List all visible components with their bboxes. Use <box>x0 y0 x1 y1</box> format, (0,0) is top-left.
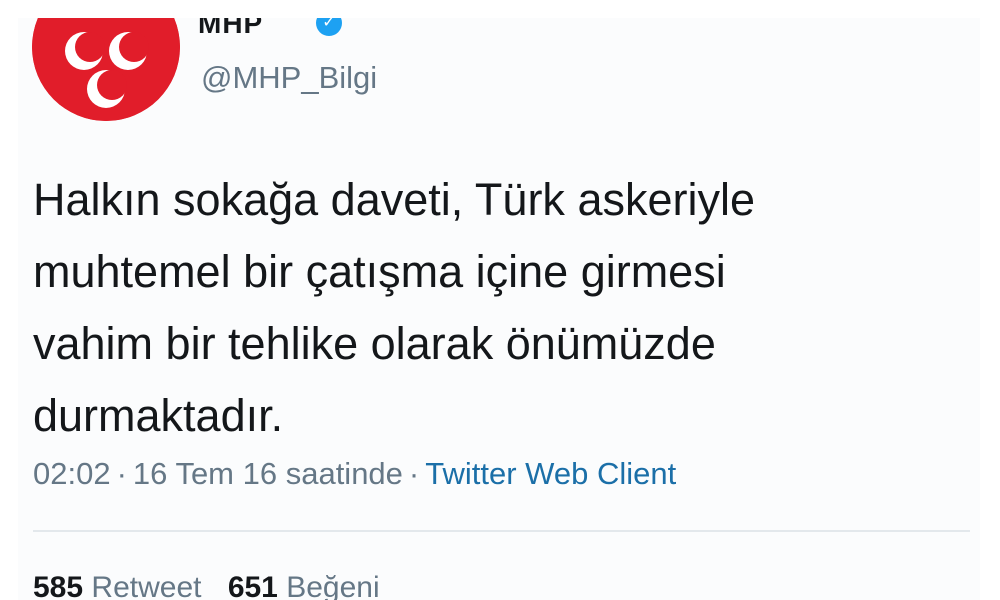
retweets-label[interactable]: Retweet <box>91 571 201 600</box>
display-name[interactable]: MHP <box>198 18 263 40</box>
tweet-client-link[interactable]: Twitter Web Client <box>425 456 676 491</box>
tweet-date[interactable]: 16 Tem 16 saatinde <box>133 456 403 491</box>
verified-badge-icon: ✓ <box>316 18 342 36</box>
mhp-logo-icon <box>32 18 180 121</box>
tweet-time[interactable]: 02:02 <box>33 456 111 491</box>
retweets-count[interactable]: 585 <box>33 571 83 600</box>
divider <box>33 530 970 532</box>
tweet-text: Halkın sokağa daveti, Türk askeriyle muh… <box>33 174 755 441</box>
meta-separator: · <box>116 456 127 491</box>
user-handle[interactable]: @MHP_Bilgi <box>201 60 377 96</box>
tweet-stats: 585 Retweet 651 Beğeni <box>33 571 398 600</box>
tweet-meta: 02:02 · 16 Tem 16 saatinde · Twitter Web Cli… <box>33 456 676 492</box>
tweet-card: MHP ✓ @MHP_Bilgi Halkın sokağa daveti, T… <box>18 18 980 600</box>
likes-count[interactable]: 651 <box>228 571 278 600</box>
likes-label[interactable]: Beğeni <box>286 571 379 600</box>
meta-separator: · <box>408 456 420 491</box>
avatar[interactable] <box>32 18 180 121</box>
